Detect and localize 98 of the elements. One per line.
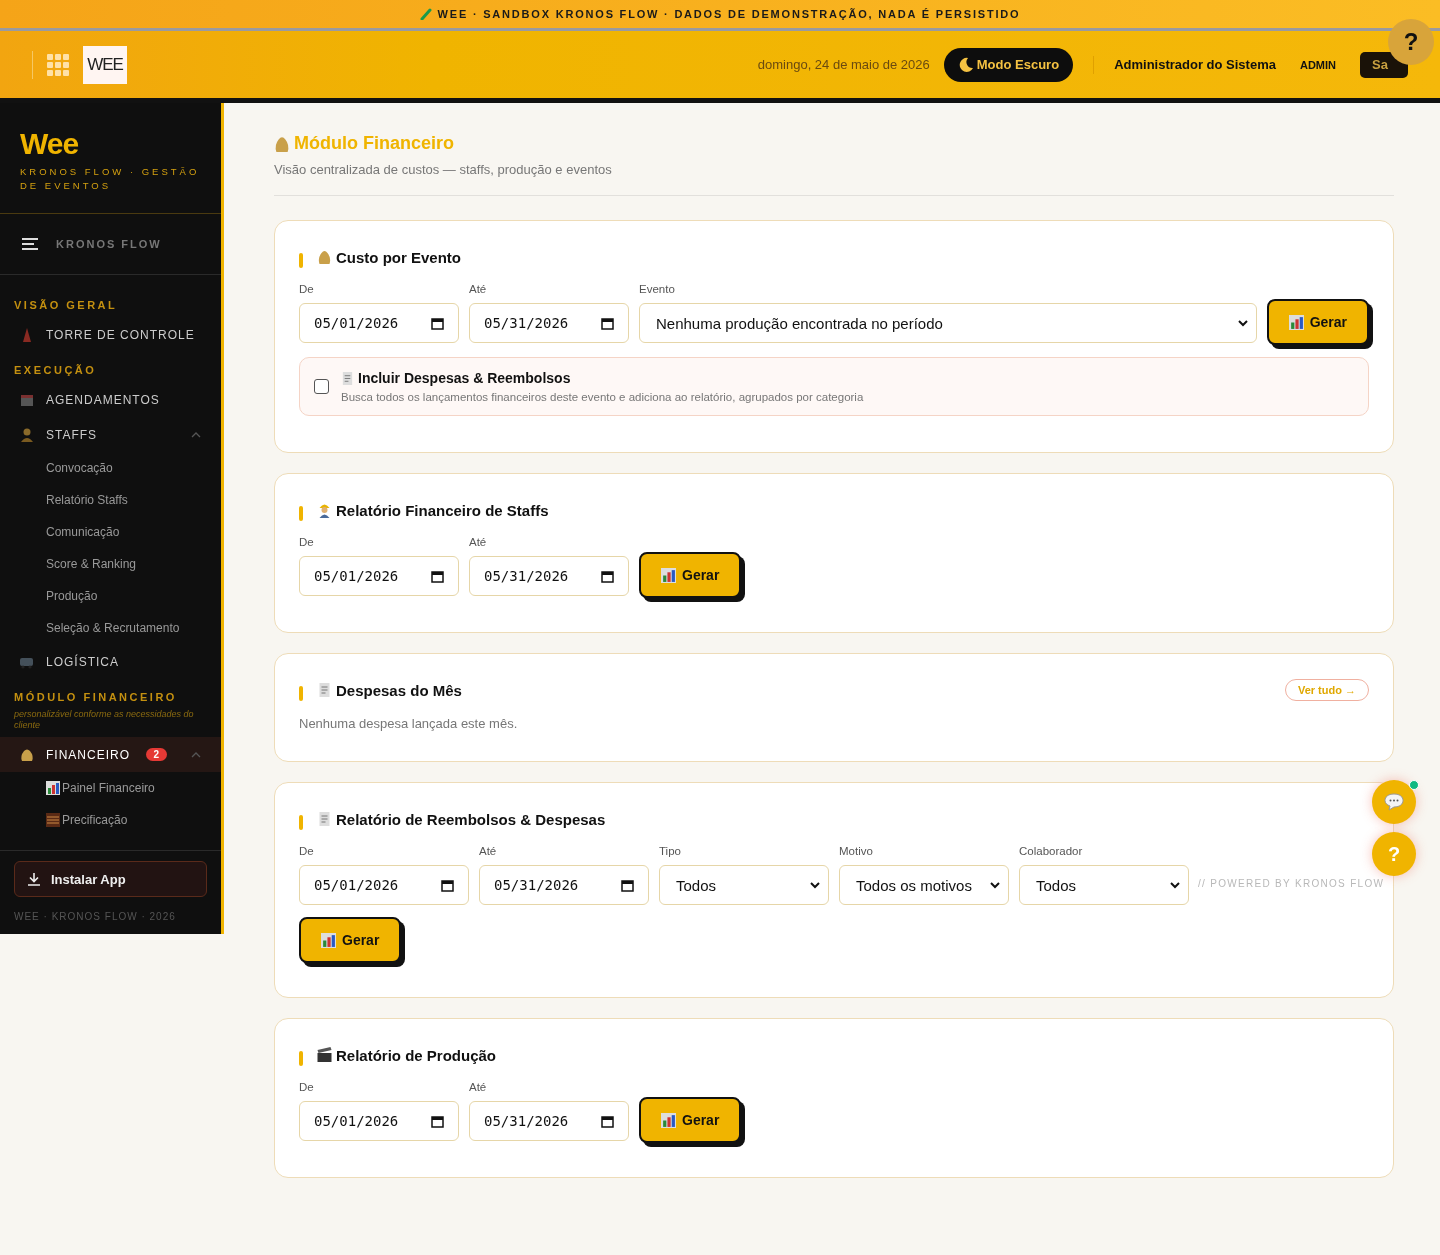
nav-item[interactable]: LOGÍSTICA <box>0 644 221 679</box>
field-label: De <box>299 845 315 857</box>
card-title: Relatório de Reembolsos & Despesas <box>336 810 607 828</box>
worker-icon <box>317 502 332 518</box>
section-title: VISÃO GERAL <box>13 298 119 313</box>
nav-item[interactable]: FINANCEIRO 2 <box>0 737 221 772</box>
section-subtitle: personalizável conforme as necessidades do cliente <box>13 709 195 732</box>
select-field[interactable]: Todos <box>1019 865 1189 905</box>
chevron-down-icon <box>1237 319 1248 327</box>
user-role: ADMIN <box>1299 58 1336 71</box>
field-label: Até <box>479 845 498 857</box>
calendar-icon <box>20 392 34 407</box>
clapperboard-icon <box>317 1047 332 1063</box>
calendar-icon[interactable] <box>431 316 444 330</box>
field-label: Colaborador <box>1019 845 1084 857</box>
nav-subitem[interactable]: Seleção & Recrutamento <box>0 612 221 644</box>
select-field[interactable]: Todos <box>659 865 829 905</box>
banner-text: WEE · SANDBOX KRONOS FLOW · DADOS DE DEMONSTRAÇÃO, NADA É PERSISTIDO <box>437 8 1021 20</box>
select-field[interactable]: Nenhuma produção encontrada no período <box>639 303 1257 343</box>
nav-subitem[interactable]: Comunicação <box>0 516 221 548</box>
field-label: Até <box>469 536 488 548</box>
field-label: Até <box>469 283 488 295</box>
tower-icon <box>20 327 34 342</box>
calendar-icon[interactable] <box>601 316 614 330</box>
user-name: Administrador do Sistema <box>1114 57 1276 72</box>
receipt-icon <box>317 682 332 698</box>
date-field[interactable]: 05/31/2026 <box>469 1101 629 1141</box>
calendar-icon[interactable] <box>601 1114 614 1128</box>
date-field[interactable]: 05/31/2026 <box>469 303 629 343</box>
money-icon <box>20 747 34 762</box>
chevron-down-icon <box>990 881 1000 889</box>
person-icon <box>20 427 34 442</box>
date-field[interactable]: 05/31/2026 <box>479 865 649 905</box>
download-icon <box>27 872 41 886</box>
nav-subitem[interactable]: Relatório Staffs <box>0 484 221 516</box>
page-subtitle: Visão centralizada de custos — staffs, produção e eventos <box>274 162 613 177</box>
card-title: Relatório Financeiro de Staffs <box>336 501 550 519</box>
field-label: Até <box>469 1081 488 1093</box>
section-title: EXECUÇÃO <box>13 363 98 378</box>
field-label: Motivo <box>839 845 874 857</box>
nav-subitem[interactable]: Score & Ranking <box>0 548 221 580</box>
field-label: Tipo <box>659 845 682 857</box>
section-title: MÓDULO FINANCEIRO <box>13 690 178 705</box>
calendar-icon[interactable] <box>431 569 444 583</box>
current-date: domingo, 24 de maio de 2026 <box>757 57 930 72</box>
chevron-down-icon <box>810 881 820 889</box>
powered-by-text: // POWERED BY KRONOS FLOW <box>1198 878 1385 889</box>
nav-item[interactable]: STAFFS <box>0 417 221 452</box>
nav-subitem[interactable]: Convocação <box>0 452 221 484</box>
nav-item[interactable]: AGENDAMENTOS <box>0 382 221 417</box>
checkbox[interactable] <box>314 379 329 394</box>
nav-subitem[interactable]: Precificação <box>0 804 221 836</box>
notification-badge: 2 <box>146 748 167 761</box>
calendar-icon[interactable] <box>601 569 614 583</box>
receipt-icon <box>317 811 332 827</box>
option-title: Incluir Despesas & Reembolsos <box>358 370 571 386</box>
nav-subitem[interactable]: Painel Financeiro <box>0 772 221 804</box>
install-app-button[interactable]: Instalar App <box>14 861 207 897</box>
moon-icon <box>957 56 974 73</box>
bar-chart-icon <box>661 1112 676 1128</box>
card-title: Relatório de Produção <box>336 1046 498 1064</box>
nav-item[interactable]: TORRE DE CONTROLE <box>0 317 221 352</box>
field-label: Evento <box>639 283 676 295</box>
field-label: De <box>299 536 315 548</box>
empty-message: Nenhuma despesa lançada este mês. <box>299 716 519 731</box>
logo[interactable]: WEE <box>83 45 127 84</box>
option-description: Busca todos os lançamentos financeiros deste evento e adiciona ao relatório, agrupados por categoria <box>341 391 864 403</box>
bar-chart-icon <box>661 567 676 583</box>
date-field[interactable]: 05/31/2026 <box>469 556 629 596</box>
calendar-icon[interactable] <box>431 1114 444 1128</box>
bar-chart-icon <box>46 781 60 795</box>
calendar-icon[interactable] <box>441 878 454 892</box>
menu-icon[interactable] <box>22 238 38 250</box>
card-title: Despesas do Mês <box>336 681 463 699</box>
sidebar-footer: WEE · KRONOS FLOW · 2026 <box>14 911 207 922</box>
speech-bubble-icon <box>1384 793 1404 811</box>
receipt-icon <box>341 370 354 386</box>
money-bag-icon <box>317 249 332 265</box>
money-bag-icon <box>274 134 290 153</box>
calendar-icon[interactable] <box>621 878 634 892</box>
page-title: Módulo Financeiro <box>294 133 454 154</box>
menu-label: KRONOS FLOW <box>56 238 162 250</box>
chevron-down-icon <box>1170 881 1180 889</box>
brand-name: Wee <box>20 127 80 161</box>
bar-chart-icon <box>321 932 336 948</box>
chevron-icon[interactable] <box>191 431 201 438</box>
select-field[interactable]: Todos os motivos <box>839 865 1009 905</box>
card-title: Custo por Evento <box>336 248 462 266</box>
bar-chart-icon <box>1288 314 1304 330</box>
date-field[interactable]: 05/01/2026 <box>299 556 459 596</box>
date-field[interactable]: 05/01/2026 <box>299 303 459 343</box>
brand-tagline: KRONOS FLOW · GESTÃO DE EVENTOS <box>20 165 201 193</box>
nav-subitem[interactable]: Produção <box>0 580 221 612</box>
date-field[interactable]: 05/01/2026 <box>299 865 469 905</box>
field-label: De <box>299 283 315 295</box>
field-label: De <box>299 1081 315 1093</box>
dark-mode-button[interactable]: Modo Escuro <box>943 47 1074 82</box>
date-field[interactable]: 05/01/2026 <box>299 1101 459 1141</box>
